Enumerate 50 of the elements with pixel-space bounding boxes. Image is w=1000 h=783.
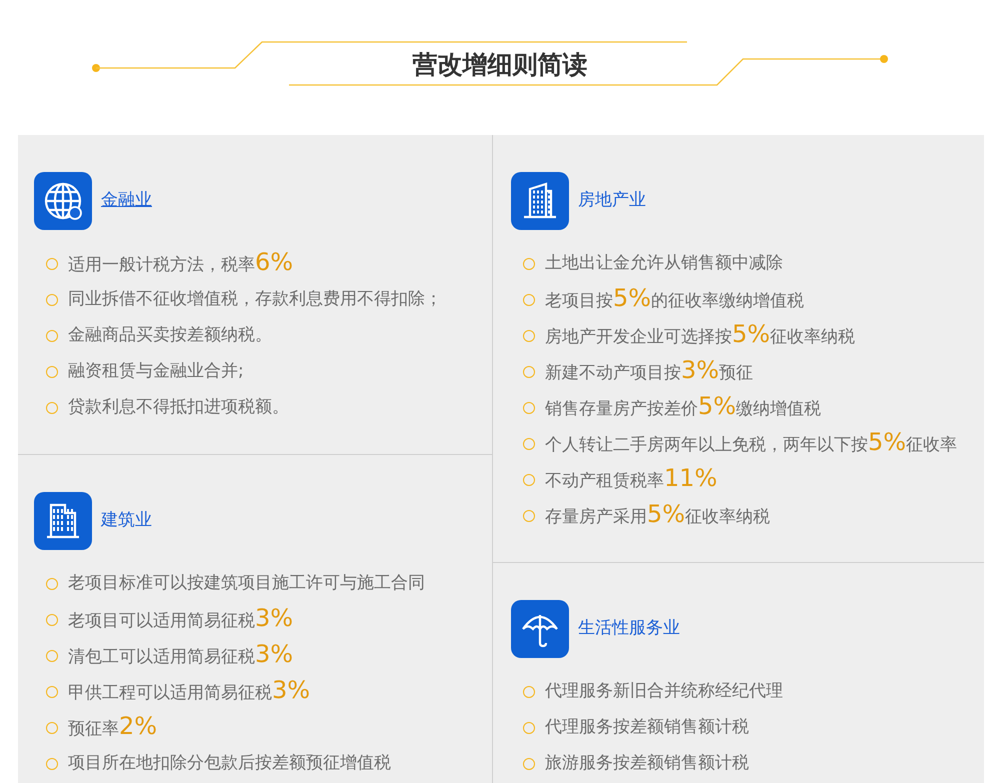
bullet-ring-icon: [46, 686, 58, 698]
rule-text: 老项目标准可以按建筑项目施工许可与施工合同: [68, 572, 425, 596]
rule-text: 老项目按5%的征收率缴纳增值税: [545, 286, 804, 314]
bullet-ring-icon: [523, 258, 535, 270]
bullet-ring-icon: [46, 330, 58, 342]
rule-text: 代理服务按差额销售额计税: [545, 716, 749, 740]
rule-text: 销售存量房产按差价5%缴纳增值税: [545, 394, 822, 422]
rule-text: 不动产租赁税率11%: [545, 466, 718, 494]
bullet-ring-icon: [523, 474, 535, 486]
rule-text: 项目所在地扣除分包款后按差额预征增值税: [68, 752, 391, 776]
category-heading[interactable]: 生活性服务业: [578, 616, 680, 642]
rule-text: 老项目可以适用简易征税3%: [68, 606, 294, 634]
bullet-ring-icon: [523, 510, 535, 522]
bullet-ring-icon: [46, 614, 58, 626]
rule-text: 土地出让金允许从销售额中减除: [545, 252, 783, 276]
rule-text: 同业拆借不征收增值税，存款利息费用不得扣除；: [68, 288, 442, 312]
globe-icon: [43, 181, 83, 221]
category-heading[interactable]: 金融业: [101, 188, 152, 214]
category-heading[interactable]: 房地产业: [578, 188, 646, 214]
bullet-ring-icon: [46, 578, 58, 590]
category-heading[interactable]: 建筑业: [101, 508, 152, 534]
rule-text: 个人转让二手房两年以上免税，两年以下按5%征收率: [545, 430, 958, 458]
rule-text: 存量房产采用5%征收率纳税: [545, 502, 770, 530]
rule-text: 金融商品买卖按差额纳税。: [68, 324, 272, 348]
bullet-ring-icon: [46, 402, 58, 414]
bullet-ring-icon: [46, 650, 58, 662]
bullet-ring-icon: [46, 366, 58, 378]
bullet-ring-icon: [523, 366, 535, 378]
rule-text: 清包工可以适用简易征税3%: [68, 642, 294, 670]
bullet-ring-icon: [523, 330, 535, 342]
bullet-ring-icon: [523, 402, 535, 414]
rule-text: 适用一般计税方法，税率6%: [68, 250, 294, 278]
rule-text: 贷款利息不得抵扣进项税额。: [68, 396, 289, 420]
rule-text: 甲供工程可以适用简易征税3%: [68, 678, 310, 706]
bullet-ring-icon: [523, 294, 535, 306]
bullet-ring-icon: [46, 294, 58, 306]
rule-text: 代理服务新旧合并统称经纪代理: [545, 680, 783, 704]
bullet-ring-icon: [523, 722, 535, 734]
bullet-ring-icon: [523, 438, 535, 450]
page-title: 营改增细则简读: [412, 48, 588, 81]
rule-text: 房地产开发企业可选择按5%征收率纳税: [545, 322, 856, 350]
rule-text: 新建不动产项目按3%预征: [545, 358, 754, 386]
bullet-ring-icon: [46, 758, 58, 770]
bullet-ring-icon: [46, 258, 58, 270]
bullet-ring-icon: [523, 758, 535, 770]
rule-text: 预征率2%: [68, 714, 158, 742]
bullet-ring-icon: [523, 686, 535, 698]
bullet-ring-icon: [46, 722, 58, 734]
rule-text: 旅游服务按差额销售额计税: [545, 752, 749, 776]
rule-text: 融资租赁与金融业合并;: [68, 360, 244, 384]
